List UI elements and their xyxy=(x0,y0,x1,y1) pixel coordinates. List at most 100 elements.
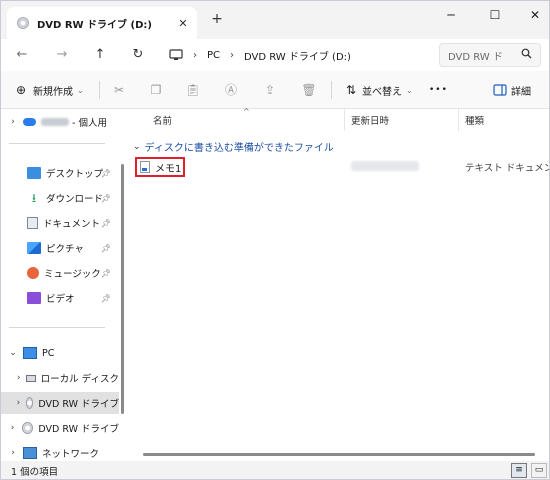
forward-button[interactable]: → xyxy=(51,45,73,65)
chevron-down-icon: ⌄ xyxy=(9,348,17,358)
chevron-right-icon: › xyxy=(11,117,15,127)
column-header-modified[interactable]: 更新日時 xyxy=(345,109,459,131)
details-pane-button[interactable]: 詳細 xyxy=(493,81,531,99)
chevron-right-icon: › xyxy=(10,423,15,433)
sort-button[interactable]: ⇅ 並べ替え ⌄ xyxy=(343,81,413,99)
tab-dvd-drive[interactable]: DVD RW ドライブ (D:) ✕ xyxy=(7,7,197,39)
delete-button[interactable]: 🗑︎ xyxy=(301,81,317,99)
text-file-icon xyxy=(140,161,150,173)
chevron-down-icon: ⌄ xyxy=(77,85,84,95)
copy-button[interactable]: ❐ xyxy=(148,81,164,99)
monitor-icon xyxy=(23,347,37,359)
chevron-right-icon: › xyxy=(16,398,21,408)
monitor-icon xyxy=(169,49,183,60)
refresh-button[interactable]: ↻ xyxy=(127,45,149,65)
pin-icon: 📌︎ xyxy=(100,168,111,178)
up-button[interactable]: ↑ xyxy=(89,45,111,65)
clipboard-icon: 📋︎ xyxy=(185,83,201,97)
tiles-view-icon: ▭ xyxy=(534,465,544,475)
file-list: ^ 名前 更新日時 種類 ⌄ ディスクに書き込む準備ができたファイル メモ1 テ… xyxy=(127,107,549,461)
new-button[interactable]: ⊕ 新規作成 ⌄ xyxy=(13,81,84,99)
share-button[interactable]: ⇪ xyxy=(262,81,278,99)
sidebar-divider xyxy=(9,143,105,144)
column-header-type[interactable]: 種類 xyxy=(459,109,549,131)
sidebar-item-music[interactable]: ミュージック 📌︎ xyxy=(1,262,119,284)
pin-icon: 📌︎ xyxy=(100,193,111,203)
chevron-right-icon: › xyxy=(16,373,21,383)
trash-icon: 🗑︎ xyxy=(301,83,317,97)
sidebar-item-label: ピクチャ xyxy=(46,244,84,255)
sidebar-item-label: DVD RW ドライブ xyxy=(38,424,119,435)
sidebar-scrollbar[interactable] xyxy=(119,109,127,461)
back-button[interactable]: ← xyxy=(11,45,33,65)
explorer-window: DVD RW ドライブ (D:) ✕ + ─ ☐ ✕ ← → ↑ ↻ › PC … xyxy=(0,0,550,480)
details-view-button[interactable]: ≡ xyxy=(511,463,527,478)
tiles-view-button[interactable]: ▭ xyxy=(531,463,547,478)
more-options-button[interactable]: ••• xyxy=(429,81,448,99)
network-icon xyxy=(23,447,37,459)
address-row: ← → ↑ ↻ › PC › DVD RW ドライブ (D:) DVD RW ド xyxy=(1,39,549,71)
column-header-name[interactable]: 名前 xyxy=(147,109,345,131)
sidebar-item-local-disk[interactable]: › ローカル ディスク xyxy=(1,367,119,389)
minimize-button[interactable]: ─ xyxy=(437,5,465,25)
maximize-button[interactable]: ☐ xyxy=(481,5,509,25)
rename-button[interactable]: Ⓐ xyxy=(223,81,239,99)
toolbar-divider xyxy=(331,81,332,99)
picture-icon xyxy=(27,242,41,254)
pin-icon: 📌︎ xyxy=(100,218,111,228)
new-tab-button[interactable]: + xyxy=(207,11,227,27)
paste-button[interactable]: 📋︎ xyxy=(185,81,201,99)
command-bar: ⊕ 新規作成 ⌄ ✂ ❐ 📋︎ Ⓐ ⇪ 🗑︎ ⇅ 並べ替え ⌄ ••• 詳細 xyxy=(1,71,549,109)
sidebar-item-label: DVD RW ドライブ xyxy=(38,399,119,410)
horizontal-scrollbar[interactable] xyxy=(143,453,535,456)
breadcrumb-pc[interactable]: PC xyxy=(207,50,220,61)
chevron-right-icon: › xyxy=(11,448,15,458)
tab-close-icon[interactable]: ✕ xyxy=(173,17,193,30)
breadcrumb-dvd-drive[interactable]: DVD RW ドライブ (D:) xyxy=(244,48,351,63)
group-title: ディスクに書き込む準備ができたファイル xyxy=(144,143,334,154)
sidebar-item-label: ミュージック xyxy=(44,269,101,280)
sidebar-item-network[interactable]: › ネットワーク xyxy=(1,442,119,461)
toolbar-divider xyxy=(99,81,100,99)
new-label: 新規作成 xyxy=(33,86,73,98)
close-button[interactable]: ✕ xyxy=(521,5,549,25)
sidebar-item-onedrive[interactable]: › - 個人用 xyxy=(1,111,119,133)
sidebar-item-label: ネットワーク xyxy=(42,449,100,460)
scissors-icon: ✂ xyxy=(113,83,125,97)
video-icon xyxy=(27,292,41,304)
sidebar-item-label: デスクトップ xyxy=(46,169,104,180)
share-icon: ⇪ xyxy=(264,83,276,97)
sidebar-scrollbar-thumb[interactable] xyxy=(121,164,124,414)
pin-icon: 📌︎ xyxy=(100,293,111,303)
sidebar-item-documents[interactable]: ドキュメント 📌︎ xyxy=(1,212,119,234)
search-input[interactable]: DVD RW ド xyxy=(439,43,541,67)
sidebar-item-dvd-drive-2[interactable]: › DVD RW ドライブ xyxy=(1,417,119,439)
sort-label: 並べ替え xyxy=(362,86,402,98)
sidebar-item-downloads[interactable]: ⭳ ダウンロード 📌︎ xyxy=(1,187,119,209)
sidebar-item-videos[interactable]: ビデオ 📌︎ xyxy=(1,287,119,309)
plus-circle-icon: ⊕ xyxy=(15,83,27,97)
cloud-icon xyxy=(23,118,36,126)
group-header[interactable]: ⌄ ディスクに書き込む準備ができたファイル xyxy=(133,139,334,155)
file-name: メモ1 xyxy=(155,163,182,175)
pin-icon: 📌︎ xyxy=(100,243,111,253)
sort-arrows-icon: ⇅ xyxy=(345,83,357,97)
list-view-icon: ≡ xyxy=(515,465,523,475)
music-icon xyxy=(27,267,39,279)
table-row[interactable]: メモ1 テキスト ドキュメント xyxy=(127,157,549,177)
navigation-pane: › - 個人用 デスクトップ 📌︎ ⭳ ダウンロード 📌︎ ドキュメント 📌︎ xyxy=(1,109,119,461)
file-name-cell[interactable]: メモ1 xyxy=(135,157,185,177)
breadcrumb[interactable]: › PC › DVD RW ドライブ (D:) xyxy=(163,43,431,67)
cut-button[interactable]: ✂ xyxy=(111,81,127,99)
sidebar-item-dvd-drive[interactable]: › DVD RW ドライブ xyxy=(1,392,119,414)
desktop-icon xyxy=(27,167,41,179)
sidebar-item-desktop[interactable]: デスクトップ 📌︎ xyxy=(1,162,119,184)
breadcrumb-separator: › xyxy=(193,49,197,61)
copy-icon: ❐ xyxy=(150,83,162,97)
rename-icon: Ⓐ xyxy=(224,83,237,97)
pin-icon: 📌︎ xyxy=(100,268,111,278)
dvd-disc-icon xyxy=(17,17,29,29)
breadcrumb-separator: › xyxy=(230,49,235,61)
sidebar-item-pc[interactable]: ⌄ PC xyxy=(1,342,119,364)
sidebar-item-pictures[interactable]: ピクチャ 📌︎ xyxy=(1,237,119,259)
